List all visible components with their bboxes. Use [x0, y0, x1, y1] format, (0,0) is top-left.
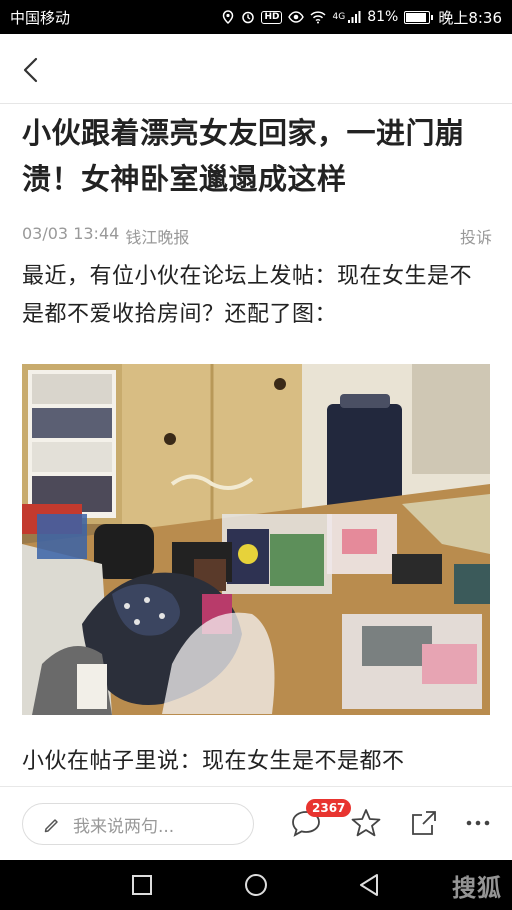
pen-icon: [44, 819, 58, 833]
hd-icon: HD: [261, 10, 283, 24]
clock: 晚上8:36: [438, 8, 502, 27]
comment-placeholder: 我来说两句...: [73, 816, 175, 837]
article-paragraph: 最近，有位小伙在论坛上发帖：现在女生是不是都不爱收拾房间？还配了图：: [22, 264, 473, 327]
article-source[interactable]: 钱江晚报: [125, 224, 189, 250]
alarm-icon: [242, 11, 255, 24]
more-button[interactable]: [460, 805, 496, 841]
comment-input[interactable]: 我来说两句...: [22, 803, 254, 845]
eye-icon: [288, 11, 305, 23]
article-title: 小伙跟着漂亮女友回家，一进门崩溃！女神卧室邋遢成这样: [22, 116, 465, 196]
recents-icon[interactable]: [129, 872, 155, 898]
star-icon: [351, 809, 381, 837]
favorite-button[interactable]: [348, 805, 384, 841]
battery-icon: [404, 10, 434, 24]
location-icon: [223, 10, 234, 24]
network-label: 4G: [332, 12, 346, 22]
carrier-label: 中国移动: [10, 8, 71, 27]
battery-fill: [406, 12, 426, 22]
battery-percent: 81%: [367, 9, 399, 25]
system-nav-bar: 搜狐: [0, 860, 512, 910]
report-link[interactable]: 投诉: [460, 224, 492, 250]
share-icon: [412, 811, 436, 835]
watermark: 搜狐: [452, 873, 502, 902]
wifi-icon: [310, 11, 327, 24]
article-date: 03/03 13:44: [22, 224, 120, 243]
share-button[interactable]: [406, 805, 442, 841]
home-icon[interactable]: [243, 872, 269, 898]
status-icons: HD 4G 81% 晚上8:36: [221, 7, 502, 28]
more-icon: [466, 820, 490, 826]
header: [0, 34, 512, 104]
article-photo[interactable]: [22, 364, 490, 715]
messy-bedroom-image: [22, 364, 490, 715]
chevron-left-icon[interactable]: [14, 52, 50, 88]
article-meta: 03/03 13:44 钱江晚报 投诉: [22, 224, 492, 250]
status-bar: 中国移动 HD 4G 81% 晚上8:36: [0, 0, 512, 34]
action-bar: 我来说两句... 2367: [0, 786, 512, 860]
back-triangle-icon[interactable]: [357, 872, 383, 898]
comment-count-badge: 2367: [306, 799, 352, 817]
signal-icon: [348, 11, 361, 23]
article-paragraph: 小伙在帖子里说：现在女生是不是都不: [22, 749, 405, 774]
